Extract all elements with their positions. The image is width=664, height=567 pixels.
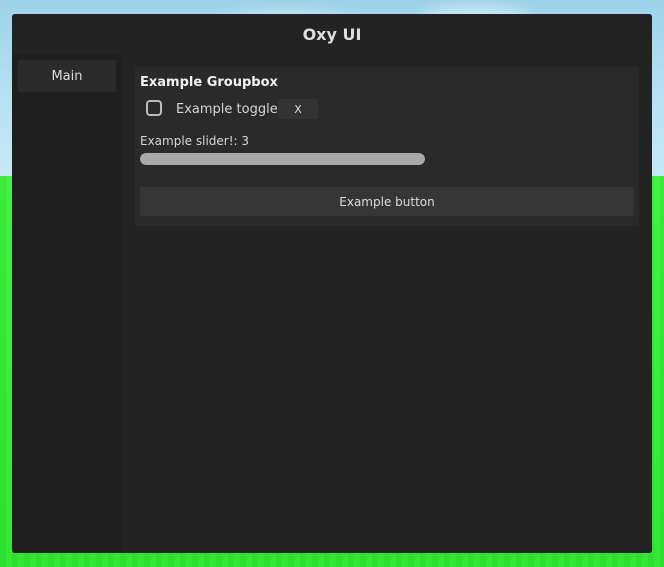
keybind-button[interactable]: X: [278, 99, 318, 119]
tab-content: Example Groupbox Example toggle X Exampl…: [122, 54, 652, 553]
slider-fill: [140, 153, 425, 165]
tab-sidebar: Main: [12, 54, 122, 553]
groupbox-title: Example Groupbox: [140, 75, 278, 90]
slider-track[interactable]: [140, 153, 425, 165]
example-groupbox: Example Groupbox Example toggle X Exampl…: [135, 67, 639, 226]
oxy-ui-window: Oxy UI Main Example Groupbox Example tog…: [12, 14, 652, 553]
game-scene: Oxy UI Main Example Groupbox Example tog…: [0, 0, 664, 567]
toggle-label: Example toggle: [176, 102, 278, 117]
tab-main[interactable]: Main: [18, 60, 116, 92]
window-titlebar[interactable]: Oxy UI: [12, 14, 652, 54]
toggle-checkbox[interactable]: [146, 100, 162, 116]
example-button[interactable]: Example button: [140, 187, 634, 216]
window-title: Oxy UI: [302, 24, 362, 44]
slider-label: Example slider!: 3: [140, 134, 250, 148]
